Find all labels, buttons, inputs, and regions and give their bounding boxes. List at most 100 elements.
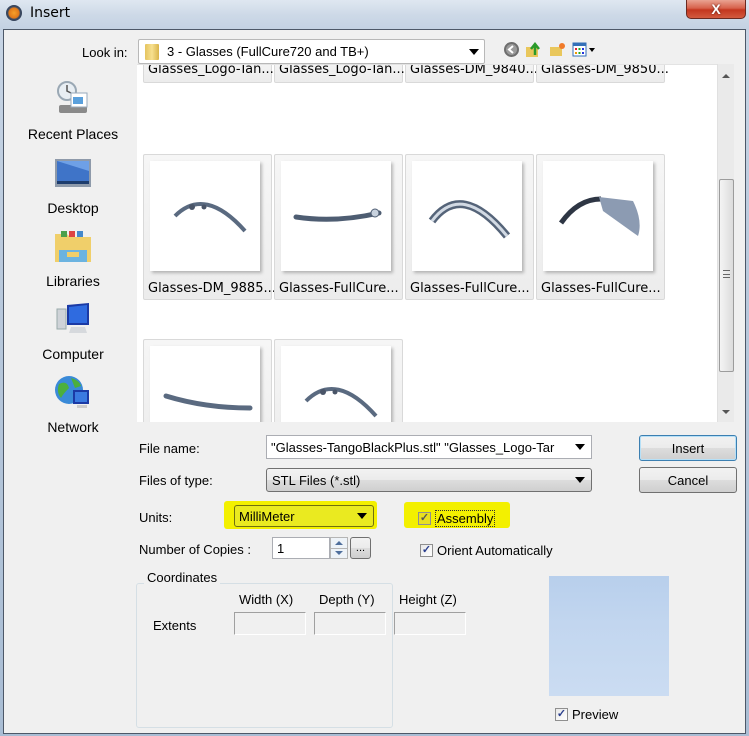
desktop-icon <box>55 159 91 187</box>
file-tile[interactable]: Glasses-DM_9840... <box>405 65 538 83</box>
folder-icon <box>145 43 159 60</box>
dialog-body: Look in: 3 - Glasses (FullCure720 and TB… <box>3 29 746 734</box>
filetype-value: STL Files (*.stl) <box>272 472 361 488</box>
file-name: Glasses-FullCure... <box>410 281 530 296</box>
extent-depth-field <box>314 612 386 635</box>
back-icon[interactable] <box>503 41 520 58</box>
place-label: Libraries <box>46 273 100 289</box>
copies-label: Number of Copies : <box>139 542 251 557</box>
file-name: Glasses-DM_9885... <box>148 281 276 296</box>
extents-label: Extents <box>153 618 197 633</box>
chevron-down-icon[interactable] <box>575 444 585 450</box>
place-label: Computer <box>42 346 104 362</box>
copies-value: 1 <box>277 540 285 556</box>
network-icon <box>55 376 89 408</box>
close-button[interactable]: X <box>686 0 746 19</box>
lookin-value: 3 - Glasses (FullCure720 and TB+) <box>167 44 369 59</box>
file-tile[interactable]: Glasses-FullCure... <box>405 154 534 300</box>
file-tile[interactable]: Glasses_Logo-Tan... <box>143 64 274 83</box>
place-recent-places[interactable]: Recent Places <box>8 79 138 142</box>
check-icon: ✓ <box>418 512 431 525</box>
units-select[interactable]: MilliMeter <box>234 505 374 527</box>
file-tile[interactable]: Glasses-DM_9885... <box>143 154 276 300</box>
place-computer[interactable]: Computer <box>8 299 138 362</box>
place-desktop[interactable]: Desktop <box>8 153 138 216</box>
file-name: Glasses-DM_9850... <box>541 64 669 77</box>
increment-icon[interactable] <box>335 541 343 545</box>
place-label: Desktop <box>47 200 99 216</box>
filename-input[interactable]: "Glasses-TangoBlackPlus.stl" "Glasses_Lo… <box>266 435 592 459</box>
window-title: Insert <box>30 5 71 21</box>
title-bar: Insert <box>0 0 749 30</box>
scroll-up-icon[interactable] <box>722 74 730 78</box>
file-thumbnail <box>281 161 391 271</box>
lookin-combo[interactable]: 3 - Glasses (FullCure720 and TB+) <box>138 39 485 64</box>
close-icon: X <box>711 1 721 17</box>
scroll-down-icon[interactable] <box>722 410 730 414</box>
place-libraries[interactable]: Libraries <box>8 226 138 289</box>
libraries-icon <box>55 231 91 262</box>
orient-label: Orient Automatically <box>437 543 553 558</box>
view-menu-icon[interactable] <box>572 41 596 58</box>
depth-header: Depth (Y) <box>319 592 375 607</box>
units-value: MilliMeter <box>239 508 295 524</box>
extent-height-field <box>394 612 466 635</box>
file-tile[interactable]: Glasses-FullCure... <box>536 154 665 300</box>
file-name: Glasses-FullCure... <box>279 281 399 296</box>
recent-places-icon <box>57 81 88 113</box>
chevron-down-icon <box>575 477 585 483</box>
up-folder-icon[interactable] <box>525 41 542 58</box>
copies-stepper[interactable] <box>330 537 348 559</box>
extent-width-field <box>234 612 306 635</box>
lookin-label: Look in: <box>82 45 128 60</box>
units-label: Units: <box>139 510 173 525</box>
filetype-select[interactable]: STL Files (*.stl) <box>266 468 592 492</box>
place-label: Recent Places <box>27 126 119 142</box>
filename-label: File name: <box>139 441 200 456</box>
file-thumbnail <box>543 161 653 271</box>
preview-label: Preview <box>572 707 619 722</box>
grip-icon <box>723 270 730 278</box>
filetype-label: Files of type: <box>139 473 213 488</box>
assembly-label: Assembly <box>435 510 496 527</box>
places-bar: Recent Places Desktop Libraries Computer… <box>8 69 138 439</box>
insert-button[interactable]: Insert <box>639 435 737 461</box>
file-thumbnail <box>412 161 522 271</box>
app-icon <box>6 5 22 21</box>
chevron-down-icon <box>469 48 479 55</box>
place-network[interactable]: Network <box>8 372 138 435</box>
scroll-thumb[interactable] <box>719 179 734 372</box>
file-thumbnail <box>281 346 391 422</box>
file-thumbnail <box>150 346 260 422</box>
height-header: Height (Z) <box>399 592 457 607</box>
file-name: Glasses-FullCure... <box>541 281 661 296</box>
width-header: Width (X) <box>239 592 294 607</box>
file-tile[interactable] <box>274 339 403 422</box>
file-tile[interactable]: Glasses-DM_9850... <box>536 65 669 83</box>
preview-pane <box>549 576 669 696</box>
assembly-checkbox[interactable]: ✓ Assembly <box>418 510 496 527</box>
place-label: Network <box>47 419 99 435</box>
file-tile[interactable]: Glasses_Logo-Tan... <box>274 64 405 83</box>
file-name: Glasses_Logo-Tan... <box>279 64 405 77</box>
copies-input[interactable]: 1 <box>272 537 330 559</box>
computer-icon <box>56 303 89 333</box>
preview-checkbox[interactable]: ✓ Preview <box>555 707 618 722</box>
file-tile[interactable] <box>143 339 272 422</box>
file-list-view[interactable]: Glasses_Logo-Tan... Glasses_Logo-Tan... … <box>137 64 724 422</box>
chevron-down-icon <box>357 513 367 519</box>
coordinates-title: Coordinates <box>144 570 221 585</box>
file-thumbnail <box>150 161 260 271</box>
orient-checkbox[interactable]: ✓ Orient Automatically <box>420 543 553 558</box>
copies-more-button[interactable]: ... <box>350 537 371 559</box>
filename-value: "Glasses-TangoBlackPlus.stl" "Glasses_Lo… <box>271 439 555 455</box>
file-tile[interactable]: Glasses-FullCure... <box>274 154 403 300</box>
file-name: Glasses_Logo-Tan... <box>148 64 274 77</box>
decrement-icon[interactable] <box>335 551 343 555</box>
file-name: Glasses-DM_9840... <box>410 64 538 77</box>
check-icon: ✓ <box>555 708 568 721</box>
cancel-button[interactable]: Cancel <box>639 467 737 493</box>
file-list-scrollbar[interactable] <box>717 64 734 422</box>
check-icon: ✓ <box>420 544 433 557</box>
new-folder-icon[interactable] <box>549 41 566 58</box>
